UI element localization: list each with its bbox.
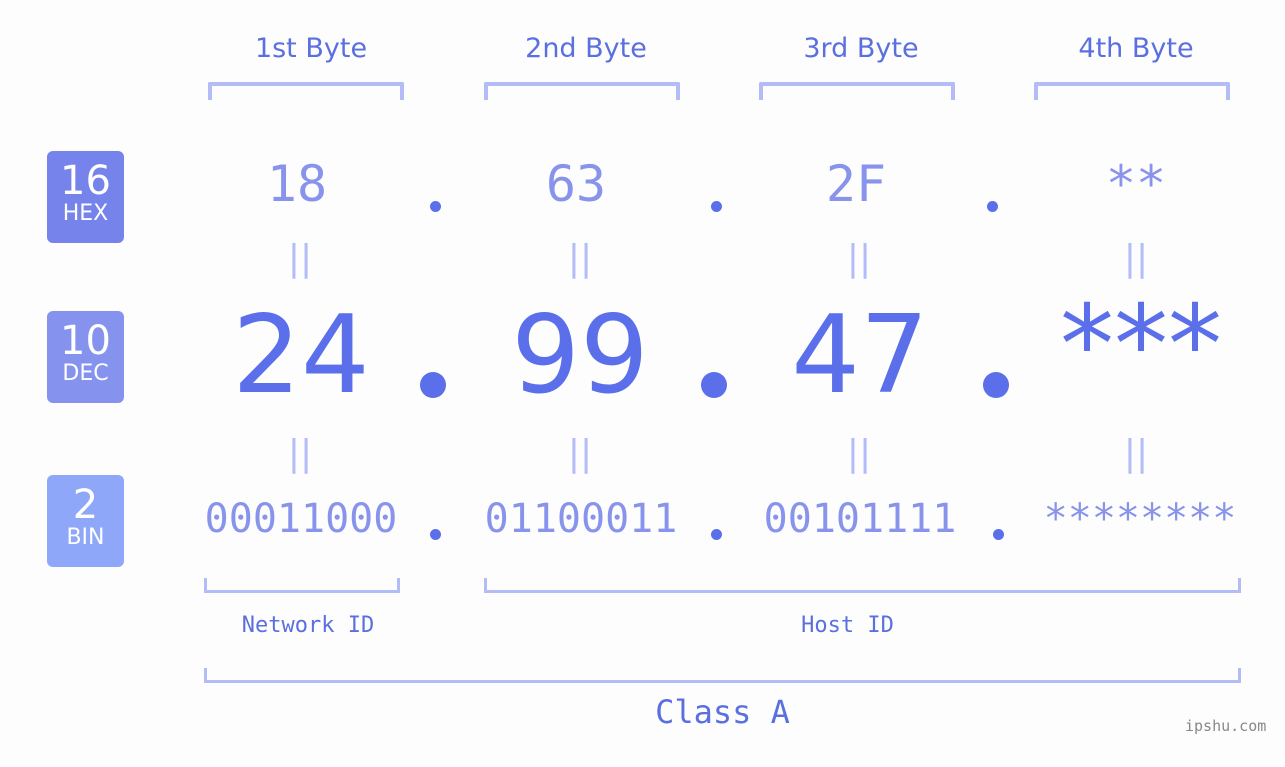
hex-badge: 16 HEX bbox=[47, 151, 124, 243]
hex-badge-label: HEX bbox=[62, 201, 109, 226]
byte-header-1: 1st Byte bbox=[254, 33, 368, 64]
bin-badge-number: 2 bbox=[72, 482, 99, 528]
byte-bracket-2 bbox=[484, 82, 680, 100]
dec-dot-3 bbox=[983, 372, 1009, 398]
equals-icon: || bbox=[1123, 238, 1149, 279]
byte-bracket-3 bbox=[759, 82, 955, 100]
hex-dot-3 bbox=[987, 201, 998, 212]
bin-value-3: 00101111 bbox=[763, 496, 957, 542]
bin-dot-3 bbox=[993, 529, 1004, 540]
dec-value-4: *** bbox=[1060, 283, 1222, 408]
hex-dot-1 bbox=[430, 201, 441, 212]
dec-badge-label: DEC bbox=[62, 361, 109, 386]
dec-value-1: 24 bbox=[232, 293, 370, 418]
hex-badge-number: 16 bbox=[60, 158, 111, 204]
dec-dot-2 bbox=[701, 372, 727, 398]
host-id-label: Host ID bbox=[801, 613, 894, 638]
host-id-bracket bbox=[484, 578, 1241, 593]
equals-icon: || bbox=[567, 238, 593, 279]
equals-icon: || bbox=[567, 433, 593, 474]
dec-badge-number: 10 bbox=[60, 318, 111, 364]
network-id-bracket bbox=[204, 578, 400, 593]
class-bracket bbox=[204, 668, 1241, 683]
byte-header-4: 4th Byte bbox=[1078, 33, 1194, 64]
bin-value-4: ******** bbox=[1043, 496, 1237, 542]
equals-icon: || bbox=[846, 238, 872, 279]
dec-badge: 10 DEC bbox=[47, 311, 124, 403]
byte-header-3: 3rd Byte bbox=[803, 33, 919, 64]
bin-value-1: 00011000 bbox=[204, 496, 398, 542]
bin-value-2: 01100011 bbox=[484, 496, 678, 542]
hex-value-4: ** bbox=[1105, 155, 1167, 213]
bin-badge: 2 BIN bbox=[47, 475, 124, 567]
class-label: Class A bbox=[655, 693, 790, 731]
bin-dot-1 bbox=[430, 529, 441, 540]
dec-dot-1 bbox=[420, 372, 446, 398]
byte-bracket-1 bbox=[208, 82, 404, 100]
watermark: ipshu.com bbox=[1185, 717, 1267, 735]
dec-value-2: 99 bbox=[511, 293, 649, 418]
bin-dot-2 bbox=[711, 529, 722, 540]
equals-icon: || bbox=[287, 433, 313, 474]
hex-value-1: 18 bbox=[266, 155, 328, 213]
network-id-label: Network ID bbox=[241, 613, 375, 638]
equals-icon: || bbox=[287, 238, 313, 279]
hex-value-2: 63 bbox=[545, 155, 607, 213]
equals-icon: || bbox=[846, 433, 872, 474]
equals-icon: || bbox=[1123, 433, 1149, 474]
byte-bracket-4 bbox=[1034, 82, 1230, 100]
hex-value-3: 2F bbox=[825, 155, 887, 213]
dec-value-3: 47 bbox=[791, 293, 929, 418]
hex-dot-2 bbox=[711, 201, 722, 212]
bin-badge-label: BIN bbox=[66, 525, 105, 550]
byte-header-2: 2nd Byte bbox=[525, 33, 647, 64]
